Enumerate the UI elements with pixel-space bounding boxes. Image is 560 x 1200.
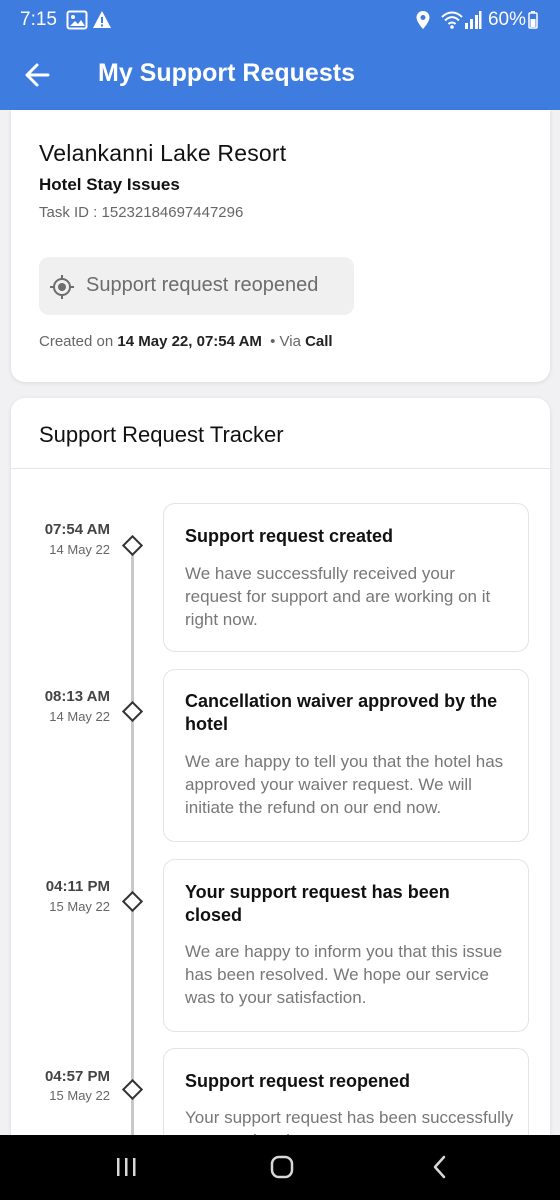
- event-title: Support request created: [185, 526, 394, 546]
- back-icon[interactable]: [428, 1155, 452, 1179]
- event-title: Support request reopened: [185, 1071, 411, 1091]
- event-description: We are happy to inform you that this iss…: [185, 942, 503, 1007]
- event-description: We have successfully received your reque…: [185, 564, 491, 629]
- event-card: Your support request has been closed We …: [163, 859, 529, 1032]
- target-icon: [50, 275, 74, 299]
- event-time: 04:57 PM: [44, 1068, 110, 1085]
- event-title: Your support request has been closed: [185, 882, 450, 925]
- page-title: My Support Requests: [98, 59, 355, 87]
- system-nav-bar: [0, 1135, 560, 1200]
- event-card: Cancellation waiver approved by the hote…: [163, 669, 529, 842]
- event-date: 15 May 22: [49, 899, 110, 914]
- via-channel: Call: [305, 333, 333, 350]
- event-title: Cancellation waiver approved by the hote…: [185, 691, 498, 734]
- timeline-node: [121, 534, 144, 557]
- task-id: Task ID : 15232184697447296: [39, 204, 244, 221]
- event-time: 08:13 AM: [44, 688, 110, 705]
- event-card: Support request created We have successf…: [163, 503, 529, 652]
- created-date: 14 May 22, 07:54 AM: [117, 333, 262, 350]
- status-text: Support request reopened: [86, 274, 319, 296]
- issue-type: Hotel Stay Issues: [39, 175, 180, 194]
- status-chip: Support request reopened: [39, 257, 354, 315]
- wifi-icon: [441, 11, 463, 29]
- gallery-notification-icon: [66, 10, 88, 30]
- event-description: We are happy to tell you that the hotel …: [185, 752, 504, 817]
- hotel-name: Velankanni Lake Resort: [39, 140, 287, 166]
- event-time: 04:11 PM: [45, 878, 110, 895]
- created-info: Created on 14 May 22, 07:54 AM • Via Cal…: [39, 333, 333, 350]
- timeline-node: [121, 1078, 144, 1101]
- recent-apps-icon[interactable]: [114, 1155, 138, 1179]
- tracker-title: Support Request Tracker: [39, 422, 284, 447]
- home-icon[interactable]: [269, 1155, 295, 1179]
- battery-level: 60%: [487, 9, 526, 30]
- event-date: 14 May 22: [49, 709, 110, 724]
- app-bar: My Support Requests: [0, 40, 560, 110]
- request-summary-card: Velankanni Lake Resort Hotel Stay Issues…: [11, 110, 550, 382]
- divider: [11, 468, 550, 469]
- status-bar: 7:15 60%: [0, 0, 560, 40]
- location-icon: [416, 11, 430, 29]
- timeline-node: [121, 700, 144, 723]
- event-time: 07:54 AM: [44, 521, 110, 538]
- status-time: 7:15: [20, 9, 57, 30]
- event-date: 14 May 22: [49, 542, 110, 557]
- tracker-card: Support Request Tracker 07:54 AM 14 May …: [11, 398, 550, 1200]
- battery-icon: [528, 11, 538, 29]
- event-date: 15 May 22: [49, 1088, 110, 1103]
- created-prefix: Created on: [39, 333, 114, 350]
- warning-icon: [93, 11, 111, 28]
- via-prefix: • Via: [270, 333, 301, 350]
- signal-icon: [465, 11, 482, 29]
- timeline-node: [121, 890, 144, 913]
- timeline-line: [131, 543, 134, 1163]
- arrow-left-icon[interactable]: [18, 54, 60, 96]
- back-button[interactable]: [18, 54, 60, 96]
